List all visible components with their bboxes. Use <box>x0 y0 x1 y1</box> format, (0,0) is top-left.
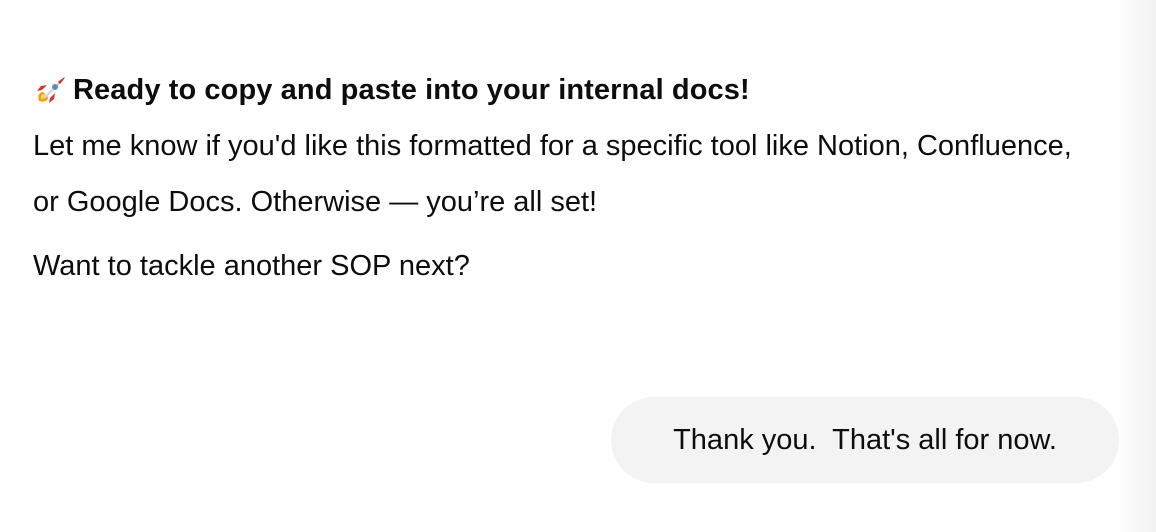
rocket-icon <box>33 73 67 107</box>
assistant-paragraph: Let me know if you'd like this formatted… <box>33 130 1072 218</box>
user-message-bubble: Thank you. That's all for now. <box>611 397 1119 483</box>
assistant-question: Want to tackle another SOP next? <box>33 250 470 282</box>
scroll-edge-shadow <box>1116 0 1156 532</box>
headline-text: Ready to copy and paste into your intern… <box>73 73 750 106</box>
user-message-text: Thank you. That's all for now. <box>673 423 1057 456</box>
assistant-headline: Ready to copy and paste into your intern… <box>33 68 1073 112</box>
assistant-message: Ready to copy and paste into your intern… <box>33 68 1073 288</box>
